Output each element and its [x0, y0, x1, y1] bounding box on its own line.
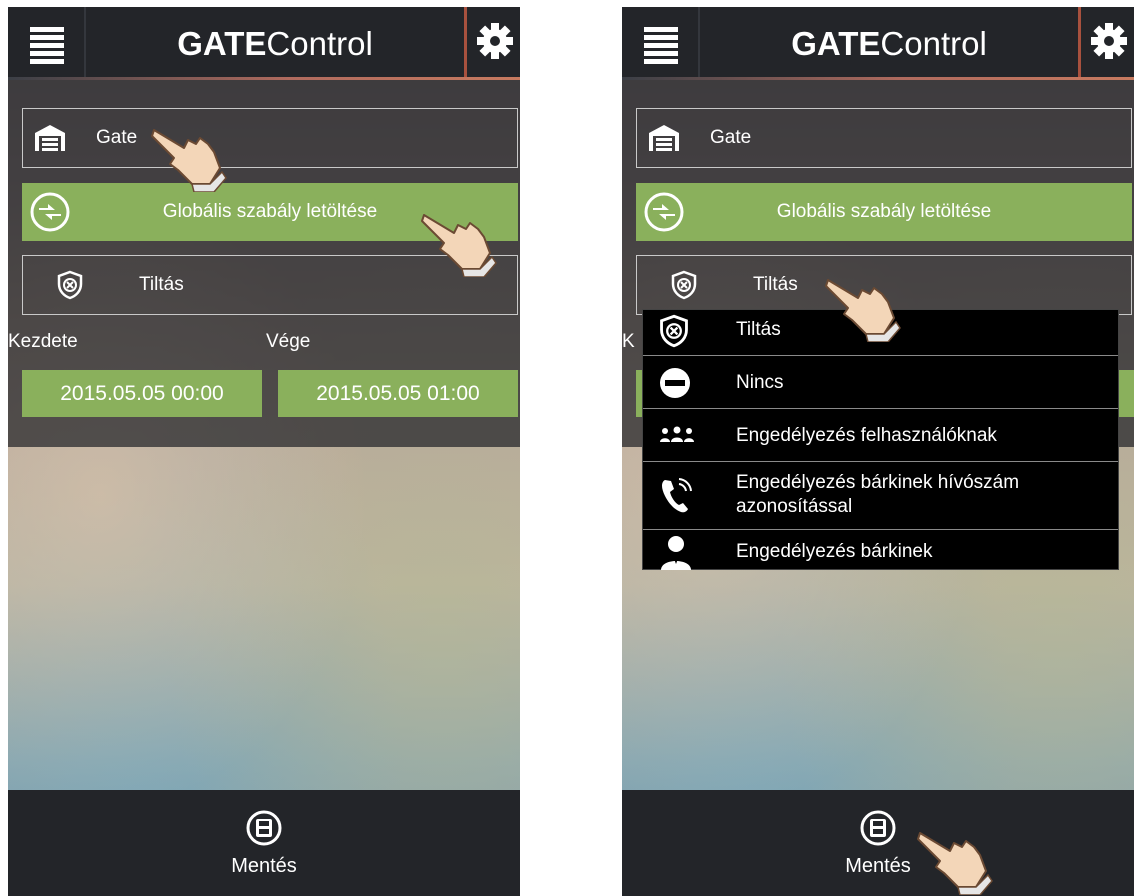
rule-dropdown: Tiltás Nincs Engedélyezés felhasználókna…: [642, 309, 1119, 570]
bottom-bar: Mentés: [622, 790, 1134, 896]
pointing-hand-icon: [917, 832, 993, 895]
save-label: Mentés: [845, 855, 911, 877]
dropdown-option-label: Nincs: [736, 372, 784, 393]
end-date-input[interactable]: [1119, 370, 1134, 417]
phone-screen-right: GATEControl Gate Globális szabály letölt…: [622, 7, 1134, 896]
save-icon[interactable]: [246, 810, 282, 846]
shield-x-icon: [671, 270, 697, 300]
top-bar: GATEControl: [8, 7, 520, 80]
garage-icon: [35, 125, 65, 151]
phone-call-icon: [662, 478, 692, 513]
rule-select-value: Tiltás: [753, 274, 798, 295]
start-date-input[interactable]: 2015.05.05 00:00: [22, 370, 262, 417]
global-rule-label: Globális szabály letöltése: [776, 201, 992, 222]
pointing-hand-icon: [421, 214, 497, 277]
menu-button[interactable]: [622, 7, 700, 80]
rule-select-value: Tiltás: [139, 274, 184, 295]
garage-icon: [649, 125, 679, 151]
end-label: Vége: [266, 331, 311, 352]
gate-selector[interactable]: Gate: [22, 108, 518, 168]
end-date-input[interactable]: 2015.05.05 01:00: [278, 370, 518, 417]
global-rule-download-button[interactable]: Globális szabály letöltése: [636, 183, 1132, 241]
shield-x-icon: [660, 314, 688, 348]
person-icon: [661, 536, 691, 570]
bottom-bar: Mentés: [8, 790, 520, 896]
dropdown-option-anyone[interactable]: Engedélyezés bárkinek: [643, 530, 1118, 570]
start-label: Kezdete: [8, 331, 78, 352]
save-label: Mentés: [231, 855, 297, 877]
minus-circle-icon: [660, 368, 690, 398]
gear-icon: [1091, 23, 1127, 59]
menu-button[interactable]: [8, 7, 86, 80]
dropdown-option-nincs[interactable]: Nincs: [643, 356, 1118, 409]
top-bar: GATEControl: [622, 7, 1134, 80]
hamburger-icon: [30, 27, 64, 67]
users-icon: [660, 426, 694, 442]
app-title: GATEControl: [177, 25, 373, 62]
dropdown-option-users[interactable]: Engedélyezés felhasználóknak: [643, 409, 1118, 462]
pointing-hand-icon: [151, 129, 227, 192]
dropdown-option-label: Engedélyezés felhasználóknak: [736, 425, 997, 446]
shield-x-icon: [57, 270, 83, 300]
start-label-partial: K: [622, 331, 635, 352]
pointing-hand-icon: [825, 279, 901, 342]
app-title: GATEControl: [791, 25, 987, 62]
dropdown-option-label: Engedélyezés bárkinek: [736, 541, 933, 562]
gate-label: Gate: [710, 127, 752, 148]
gate-selector[interactable]: Gate: [636, 108, 1132, 168]
settings-button[interactable]: [1078, 7, 1134, 80]
dropdown-option-caller-id[interactable]: Engedélyezés bárkinek hívószám azonosítás…: [643, 462, 1118, 530]
settings-button[interactable]: [464, 7, 520, 80]
dropdown-option-label: Tiltás: [736, 319, 781, 340]
phone-screen-left: GATEControl Gate Globális szabály letölt…: [8, 7, 520, 896]
hamburger-icon: [644, 27, 678, 67]
save-icon[interactable]: [860, 810, 896, 846]
dropdown-option-label: Engedélyezés bárkinek hívószám azonosítás…: [736, 472, 1020, 517]
gate-label: Gate: [96, 127, 138, 148]
gear-icon: [477, 23, 513, 59]
